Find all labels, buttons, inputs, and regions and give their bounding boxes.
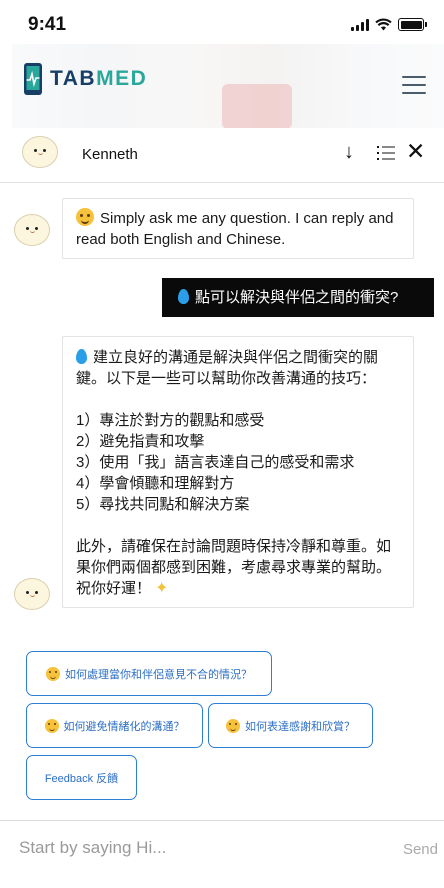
close-icon[interactable]: ✕ [406, 138, 425, 165]
user-question-text: 點可以解決與伴侶之間的衝突? [195, 289, 399, 306]
thinking-face-emoji-icon [46, 666, 60, 681]
suggestion-label: 如何避免情緒化的溝通？ [63, 720, 185, 733]
hugging-face-emoji-icon [76, 208, 94, 226]
message-input-bar: Send [0, 820, 444, 888]
suggestion-chip[interactable]: 如何處理當你和伴侶意見不合的情況？ [26, 651, 272, 696]
status-bar: 9:41 [0, 0, 444, 44]
brand-name: TABMED [50, 67, 147, 91]
bot-avatar [14, 578, 50, 610]
bot-message: Simply ask me any question. I can reply … [62, 198, 414, 259]
phone-pulse-logo-icon [24, 63, 42, 95]
greeting-text: Simply ask me any question. I can reply … [76, 210, 394, 248]
sparkle-icon: ✦ [155, 580, 169, 597]
suggestion-chip[interactable]: 如何表達感謝和欣賞？ [208, 703, 373, 748]
feedback-button[interactable]: Feedback 反饋 [26, 755, 137, 800]
arrow-down-icon[interactable]: ↓ [344, 141, 354, 164]
water-drop-icon [178, 289, 189, 304]
bot-avatar [14, 214, 50, 246]
chat-header: Kenneth ↓ ✕ [0, 128, 444, 183]
feedback-label: Feedback 反饋 [44, 772, 119, 785]
suggestion-label: 如何表達感謝和欣賞？ [245, 720, 355, 733]
assistant-avatar [22, 136, 58, 168]
send-button[interactable]: Send [403, 841, 438, 858]
assistant-name: Kenneth [82, 146, 138, 163]
wifi-icon [375, 18, 392, 31]
suggestion-label: 如何處理當你和伴侶意見不合的情況？ [65, 668, 252, 681]
answer-text: 建立良好的溝通是解決與伴侶之間衝突的關鍵。以下是一些可以幫助你改善溝通的技巧： … [76, 349, 392, 597]
tabmed-logo[interactable]: TABMED [22, 62, 147, 96]
cellular-signal-icon [351, 18, 369, 31]
status-time: 9:41 [28, 14, 67, 35]
brand-name-part2: MED [96, 67, 148, 90]
bot-message: 建立良好的溝通是解決與伴侶之間衝突的關鍵。以下是一些可以幫助你改善溝通的技巧： … [62, 336, 414, 608]
brand-name-part1: TAB [50, 67, 97, 90]
hamburger-menu-icon[interactable] [402, 76, 426, 94]
water-drop-icon [76, 349, 87, 364]
app-header: TABMED [12, 44, 444, 128]
message-input[interactable] [19, 833, 369, 863]
user-message: 點可以解決與伴侶之間的衝突? [162, 278, 434, 317]
status-icons [351, 18, 427, 31]
neutral-face-emoji-icon [44, 718, 59, 733]
battery-icon [398, 18, 427, 31]
suggestion-chip[interactable]: 如何避免情緒化的溝通？ [26, 703, 203, 748]
smiling-face-emoji-icon [226, 718, 240, 733]
list-icon[interactable] [377, 145, 395, 161]
